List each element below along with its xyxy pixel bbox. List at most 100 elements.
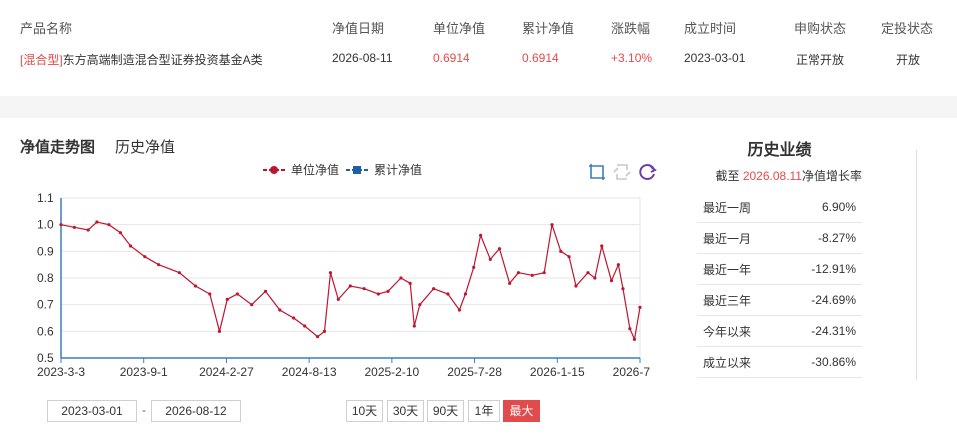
data-point <box>508 281 512 285</box>
data-point <box>463 292 468 296</box>
legend-accum-nav[interactable]: 累计净值 <box>346 161 422 178</box>
data-point <box>632 337 637 341</box>
data-point <box>412 324 416 328</box>
range-10d-button[interactable]: 10天 <box>346 400 383 422</box>
data-point <box>488 257 492 261</box>
perf-value: -24.69% <box>811 293 856 307</box>
legend-unit-marker-icon <box>263 165 285 174</box>
chart-section-title: 净值走势图 <box>20 139 96 156</box>
range-30d-button[interactable]: 30天 <box>387 400 424 422</box>
series-line-unit-nav <box>60 221 641 342</box>
data-point <box>362 287 366 291</box>
data-point <box>95 220 99 224</box>
data-point <box>278 308 282 312</box>
data-point <box>59 223 63 227</box>
data-point <box>574 284 578 288</box>
date-from-input[interactable]: 2023-03-01 <box>47 400 137 422</box>
data-point <box>457 308 462 312</box>
unit-nav-value: 0.6914 <box>433 51 470 65</box>
data-point <box>292 316 296 320</box>
perf-value: 6.90% <box>821 200 856 214</box>
date-to-input[interactable]: 2026-08-12 <box>151 400 241 422</box>
perf-row: 最近一周 6.90% <box>697 192 862 223</box>
accum-nav-value: 0.6914 <box>522 51 559 65</box>
data-point <box>418 303 422 307</box>
data-point <box>628 327 632 331</box>
data-point <box>550 223 554 227</box>
legend-accum-marker-icon <box>346 165 368 174</box>
y-tick-label: 0.6 <box>37 324 54 338</box>
perf-value: -30.86% <box>811 355 856 369</box>
range-1y-button[interactable]: 1年 <box>468 400 500 422</box>
x-tick-label: 2026-7-10 <box>613 365 650 379</box>
y-tick-label: 0.9 <box>37 244 54 258</box>
perf-row: 最近一年 -12.91% <box>697 254 862 285</box>
refresh-icon[interactable] <box>638 162 658 182</box>
perf-value: -8.27% <box>817 231 856 245</box>
performance-table: 最近一周 6.90% 最近一月 -8.27% 最近一年 -12.91% 最近三年 -24… <box>697 192 862 378</box>
x-tick-label: 2023-9-1 <box>120 365 168 379</box>
data-point <box>328 271 333 275</box>
header-accum-nav: 累计净值 <box>522 21 575 36</box>
sip-status-value: 开放 <box>896 53 921 67</box>
fund-type-tag: [混合型] <box>20 53 63 67</box>
nav-date-value: 2026-08-11 <box>332 51 393 65</box>
data-point <box>559 249 563 253</box>
data-point <box>336 297 340 301</box>
perf-value: -24.31% <box>811 324 856 338</box>
data-point <box>530 273 534 277</box>
data-point <box>376 292 380 296</box>
panel-divider <box>916 150 917 380</box>
data-point <box>118 231 123 235</box>
zoom-select-icon[interactable] <box>587 162 607 182</box>
data-point <box>157 263 161 267</box>
legend-unit-nav[interactable]: 单位净值 <box>263 161 339 178</box>
data-point <box>315 335 320 339</box>
data-point <box>143 255 147 259</box>
range-90d-button[interactable]: 90天 <box>427 400 464 422</box>
date-separator: - <box>142 403 146 417</box>
purchase-status-value: 正常开放 <box>796 53 845 67</box>
perf-label: 最近三年 <box>703 293 752 308</box>
perf-label: 今年以来 <box>703 324 752 339</box>
data-point <box>322 329 327 333</box>
performance-title: 历史业绩 <box>747 142 812 159</box>
data-point <box>516 271 520 275</box>
data-point <box>593 276 597 280</box>
data-point <box>586 271 590 275</box>
data-point <box>128 244 133 248</box>
data-point <box>193 284 198 288</box>
x-tick-label: 2025-7-28 <box>447 365 502 379</box>
perf-sub-suffix: 净值增长率 <box>801 169 862 183</box>
header-change: 涨跌幅 <box>611 21 651 36</box>
perf-label: 最近一周 <box>703 200 752 215</box>
header-inception: 成立时间 <box>684 21 737 36</box>
perf-row: 最近三年 -24.69% <box>697 285 862 316</box>
data-point <box>107 223 111 227</box>
data-point <box>621 287 625 291</box>
performance-subtitle: 截至 2026.08.11净值增长率 <box>697 167 862 184</box>
y-tick-label: 0.8 <box>37 271 54 285</box>
data-point <box>432 287 436 291</box>
header-nav-date: 净值日期 <box>332 21 385 36</box>
perf-value: -12.91% <box>811 262 856 276</box>
data-point <box>72 225 76 229</box>
perf-label: 最近一月 <box>703 231 752 246</box>
inception-value: 2023-03-01 <box>684 51 746 65</box>
x-tick-label: 2023-3-3 <box>37 365 85 379</box>
y-tick-label: 1.1 <box>37 191 54 205</box>
range-max-button[interactable]: 最大 <box>503 400 540 422</box>
y-tick-label: 0.5 <box>37 351 54 365</box>
data-point <box>386 289 390 293</box>
nav-line-chart[interactable]: 0.5 0.6 0.7 0.8 0.9 1.0 1.1 2023-3-3 2023-9-1 202… <box>20 185 668 380</box>
header-sip-status: 定投状态 <box>881 21 934 36</box>
data-point <box>638 305 642 309</box>
tab-history-nav[interactable]: 历史净值 <box>115 136 175 157</box>
data-point <box>86 228 90 232</box>
header-purchase-status: 申购状态 <box>794 21 847 36</box>
data-point <box>235 292 240 296</box>
y-tick-label: 0.7 <box>37 298 54 312</box>
x-tick-label: 2024-8-13 <box>282 365 337 379</box>
fund-name-link[interactable]: [混合型]东方高端制造混合型证券投资基金A类 <box>20 51 263 68</box>
zoom-reset-icon[interactable] <box>612 162 632 182</box>
